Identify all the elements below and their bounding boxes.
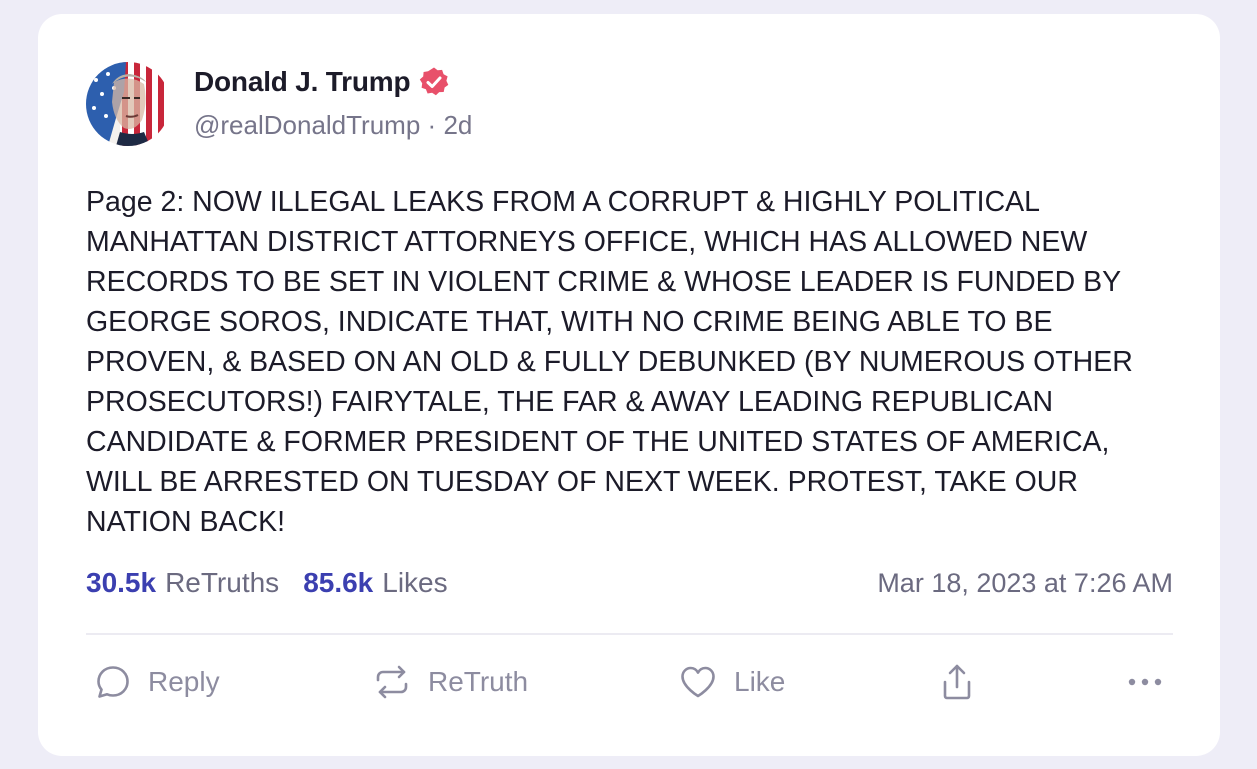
retruth-icon: [372, 663, 412, 701]
reply-icon: [94, 663, 132, 701]
post-body: Page 2: NOW ILLEGAL LEAKS FROM A CORRUPT…: [86, 186, 1133, 538]
share-icon: [940, 662, 974, 702]
retruths-count: 30.5k: [86, 567, 157, 598]
post-card: Donald J. Trump @realDonaldTrump · 2d Pa…: [38, 14, 1220, 756]
avatar[interactable]: [86, 62, 170, 146]
relative-time[interactable]: 2d: [443, 110, 472, 140]
meta-separator: ·: [427, 110, 437, 140]
heart-icon: [678, 663, 718, 701]
reply-label: Reply: [148, 666, 220, 697]
post-header: Donald J. Trump @realDonaldTrump · 2d: [86, 62, 472, 146]
retruth-label: ReTruth: [428, 666, 529, 697]
post-stats: 30.5k ReTruths 85.6k Likes Mar 18, 2023 …: [86, 567, 1173, 599]
like-button[interactable]: Like: [678, 660, 785, 704]
name-row: Donald J. Trump: [194, 66, 472, 98]
display-name[interactable]: Donald J. Trump: [194, 66, 411, 98]
reply-button[interactable]: Reply: [94, 660, 220, 704]
post-timestamp[interactable]: Mar 18, 2023 at 7:26 AM: [877, 568, 1173, 599]
more-options-button[interactable]: [1124, 660, 1168, 704]
likes-label: Likes: [382, 567, 448, 598]
action-bar: Reply ReTruth Like: [86, 660, 1173, 704]
user-handle[interactable]: @realDonaldTrump: [194, 110, 420, 140]
like-label: Like: [734, 666, 786, 697]
retruth-button[interactable]: ReTruth: [372, 660, 528, 704]
divider: [86, 633, 1173, 635]
retruths-stat[interactable]: 30.5k ReTruths: [86, 567, 279, 599]
likes-stat[interactable]: 85.6k Likes: [303, 567, 447, 599]
likes-count: 85.6k: [303, 567, 374, 598]
user-meta: Donald J. Trump @realDonaldTrump · 2d: [194, 66, 472, 141]
more-icon: [1124, 672, 1168, 692]
retruths-label: ReTruths: [165, 567, 280, 598]
verified-badge-icon: [418, 66, 450, 98]
handle-row: @realDonaldTrump · 2d: [194, 110, 472, 141]
share-button[interactable]: [940, 660, 974, 704]
